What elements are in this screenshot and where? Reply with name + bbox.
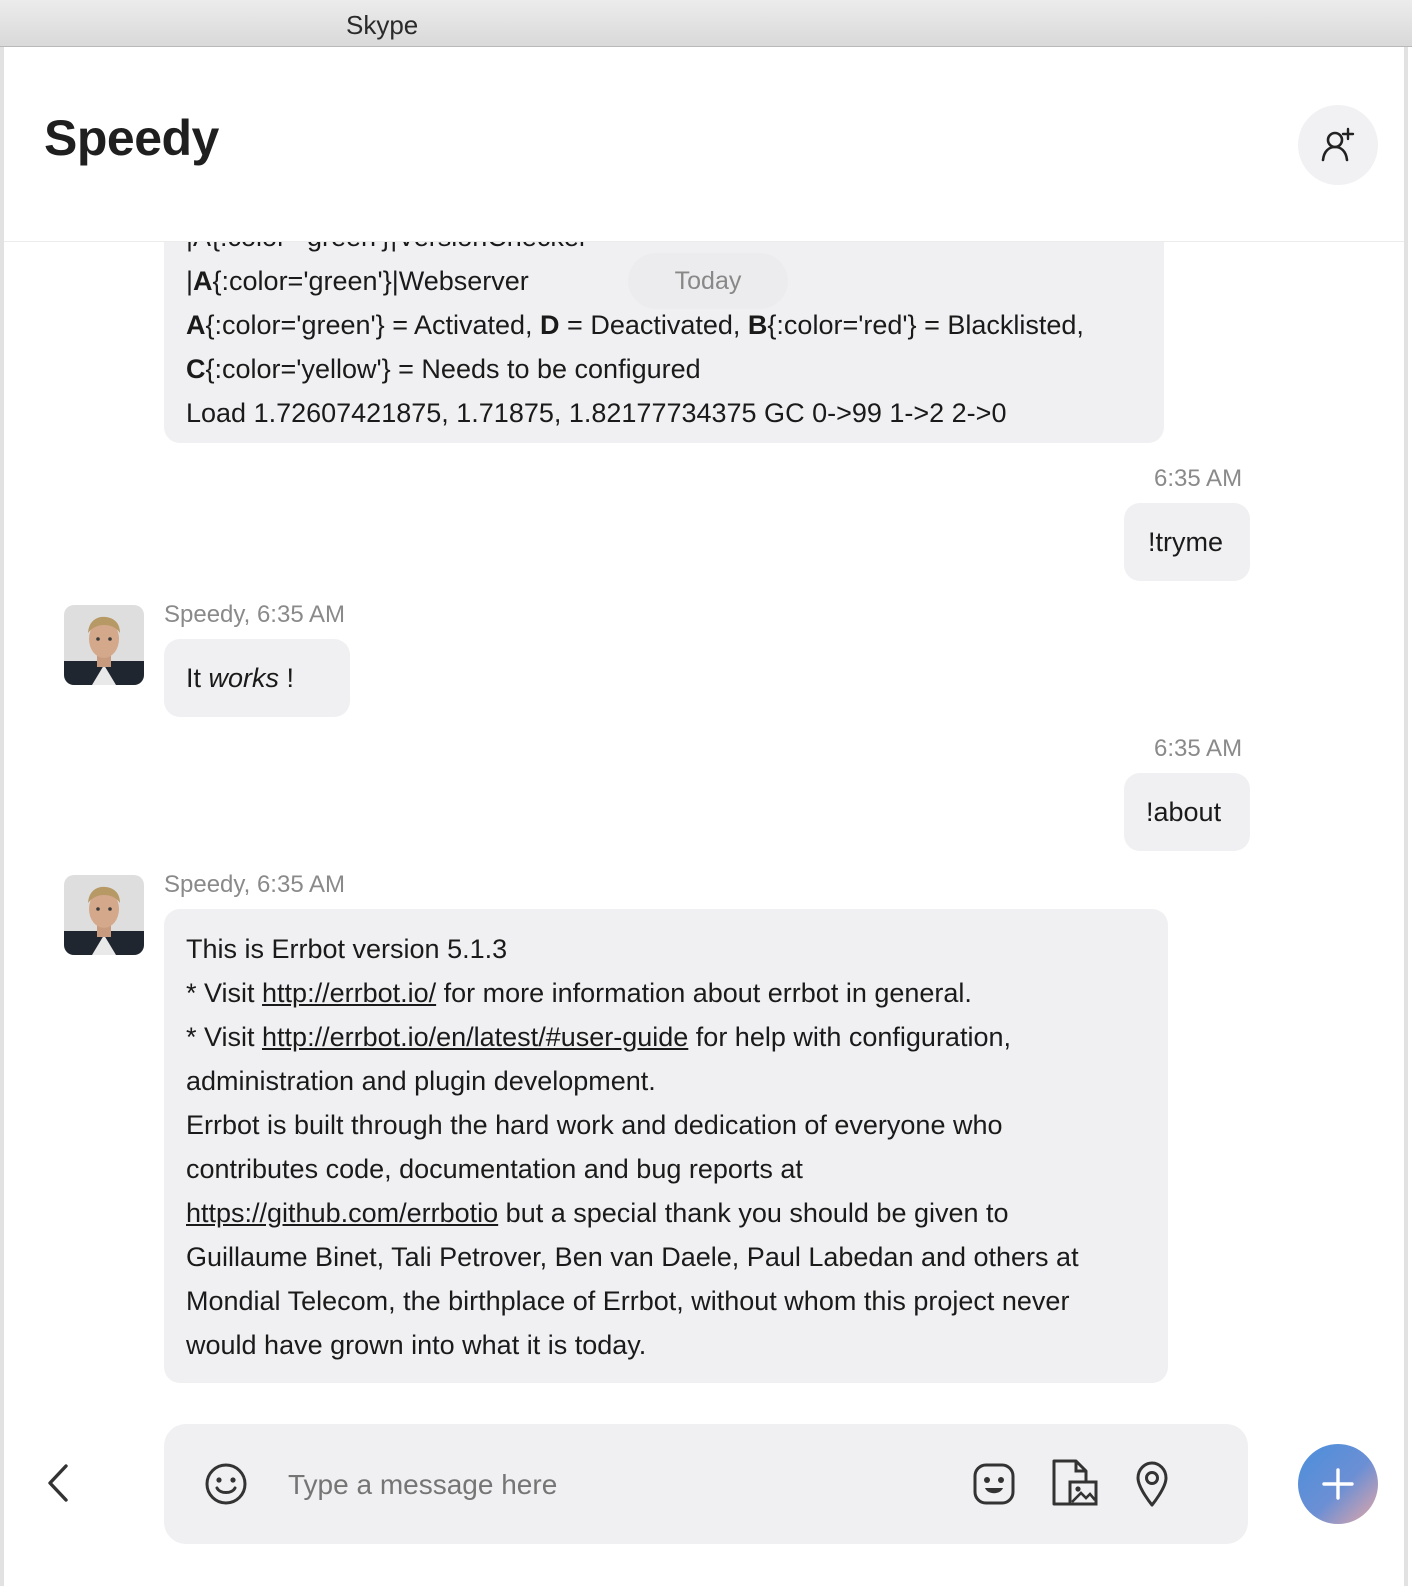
message-sender: Speedy, 6:35 AM xyxy=(164,601,346,628)
avatar-photo-icon xyxy=(64,605,144,685)
message-text: It works ! xyxy=(186,663,295,693)
add-person-icon xyxy=(1321,127,1355,162)
link-errbot-home[interactable]: http://errbot.io/ xyxy=(262,978,436,1008)
message-line-partial: |A{:color='green'}|VersionChecker xyxy=(186,241,588,259)
message-line: Errbot is built through the hard work an… xyxy=(186,1110,1003,1140)
message-line: C{:color='yellow'} = Needs to be configu… xyxy=(186,354,701,384)
message-line: * Visit http://errbot.io/ for more infor… xyxy=(186,978,972,1008)
message-list[interactable]: |A{:color='green'}|VersionChecker |A{:co… xyxy=(4,241,1404,1407)
avatar[interactable] xyxy=(64,605,144,685)
message-line: contributes code, documentation and bug … xyxy=(186,1154,803,1184)
window-title: Skype xyxy=(346,10,419,40)
message-composer[interactable] xyxy=(164,1424,1248,1544)
chat-header: Speedy xyxy=(4,47,1404,242)
message-bubble-outgoing[interactable]: !tryme xyxy=(1124,503,1250,581)
sticker-icon xyxy=(973,1463,1015,1505)
message-line: |A{:color='green'}|Webserver xyxy=(186,266,529,296)
back-button[interactable] xyxy=(40,1458,80,1508)
message-timestamp: 6:35 AM xyxy=(1154,465,1243,492)
message-line: would have grown into what it is today. xyxy=(186,1330,647,1360)
location-button[interactable] xyxy=(1134,1460,1170,1513)
window-titlebar: Skype xyxy=(0,0,1412,47)
plus-icon xyxy=(1322,1468,1354,1500)
sticker-button[interactable] xyxy=(972,1462,1016,1511)
message-line: A{:color='green'} = Activated, D = Deact… xyxy=(186,310,1084,340)
message-bubble-incoming[interactable]: It works ! xyxy=(164,639,350,717)
message-line: Mondial Telecom, the birthplace of Errbo… xyxy=(186,1286,1070,1316)
avatar[interactable] xyxy=(64,875,144,955)
message-sender: Speedy, 6:35 AM xyxy=(164,871,346,898)
message-text: !tryme xyxy=(1148,527,1224,557)
message-line: Guillaume Binet, Tali Petrover, Ben van … xyxy=(186,1242,1079,1272)
message-input[interactable] xyxy=(286,1454,930,1516)
message-line: This is Errbot version 5.1.3 xyxy=(186,934,508,964)
message-timestamp: 6:35 AM xyxy=(1154,735,1243,762)
media-button[interactable] xyxy=(1050,1458,1098,1513)
emoji-button[interactable] xyxy=(204,1462,248,1511)
message-line: https://github.com/errbotio but a specia… xyxy=(186,1198,1009,1228)
date-separator: Today xyxy=(628,253,788,309)
location-icon xyxy=(1136,1461,1168,1507)
add-person-button[interactable] xyxy=(1298,105,1378,185)
link-github[interactable]: https://github.com/errbotio xyxy=(186,1198,498,1228)
emoji-icon xyxy=(205,1463,247,1505)
message-line: * Visit http://errbot.io/en/latest/#user… xyxy=(186,1022,1011,1052)
chat-title: Speedy xyxy=(44,110,219,166)
message-bubble-outgoing[interactable]: !about xyxy=(1124,773,1250,851)
message-text: !about xyxy=(1146,797,1222,827)
add-button[interactable] xyxy=(1298,1444,1378,1524)
back-chevron-icon xyxy=(48,1464,68,1502)
message-bubble-incoming[interactable]: This is Errbot version 5.1.3 * Visit htt… xyxy=(164,909,1168,1383)
message-line: Load 1.72607421875, 1.71875, 1.821777343… xyxy=(186,398,1007,428)
message-line: administration and plugin development. xyxy=(186,1066,656,1096)
link-user-guide[interactable]: http://errbot.io/en/latest/#user-guide xyxy=(262,1022,688,1052)
media-icon xyxy=(1052,1459,1098,1506)
avatar-photo-icon xyxy=(64,875,144,955)
